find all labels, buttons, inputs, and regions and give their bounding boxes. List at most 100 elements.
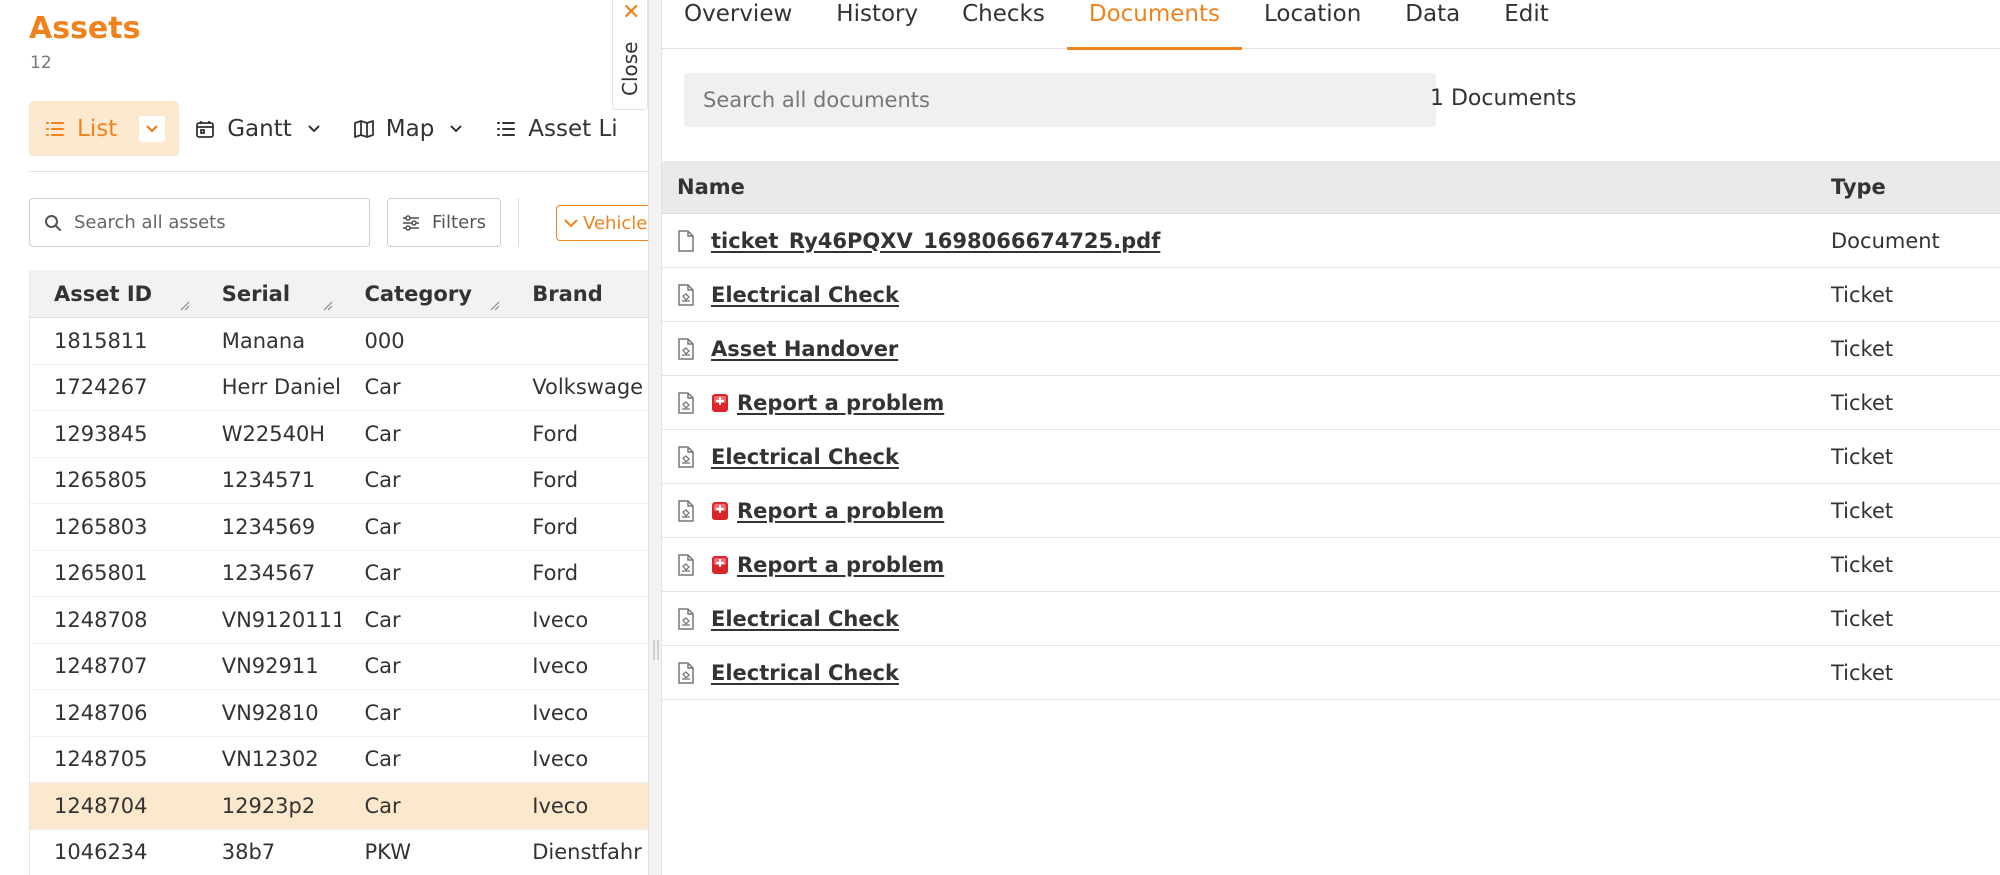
column-header-category[interactable]: Category <box>341 270 509 317</box>
view-gantt-button[interactable]: Gantt <box>179 101 338 156</box>
document-link[interactable]: ticket_Ry46PQXV_1698066674725.pdf <box>711 229 1160 253</box>
table-row[interactable]: 1248704 12923p2 Car Iveco <box>30 783 648 830</box>
document-type-cell: Ticket <box>1831 336 1894 361</box>
chevron-down-icon[interactable] <box>448 121 464 137</box>
asset-id-cell: 1046234 <box>54 840 148 865</box>
document-link[interactable]: Report a problem <box>737 553 944 577</box>
asset-id-cell: 1265805 <box>54 468 148 493</box>
asset-id-cell: 1248706 <box>54 700 148 725</box>
table-row[interactable]: 1248705 VN12302 Car Iveco <box>30 737 648 783</box>
asset-id-cell: 1293845 <box>54 421 148 446</box>
document-row[interactable]: Electrical Check Ticket <box>662 268 2000 322</box>
brand-cell: Iveco <box>532 654 589 679</box>
divider <box>29 171 648 172</box>
column-header-brand[interactable]: Brand <box>508 270 648 317</box>
table-row[interactable]: 1248706 VN92810 Car Iveco <box>30 690 648 737</box>
document-name-cell: Report a problem <box>662 538 1831 591</box>
document-name-cell: ticket_Ry46PQXV_1698066674725.pdf <box>662 214 1831 267</box>
view-asset-list-button[interactable]: Asset Li <box>480 101 633 156</box>
tab-data[interactable]: Data <box>1383 0 1482 49</box>
alert-icon <box>712 501 728 520</box>
tab-overview[interactable]: Overview <box>662 0 814 49</box>
document-row[interactable]: Electrical Check Ticket <box>662 592 2000 646</box>
detail-tabs: Overview History Checks Documents Location Da… <box>662 0 2000 50</box>
document-link[interactable]: Electrical Check <box>711 607 899 631</box>
document-name-cell: Electrical Check <box>662 268 1831 321</box>
file-ticket-icon <box>678 499 694 522</box>
brand-cell: Ford <box>532 561 579 586</box>
asset-id-cell: 1724267 <box>54 375 148 400</box>
brand-cell: Iveco <box>532 793 589 818</box>
table-row[interactable]: 1248708 VN9120111 Car Iveco <box>30 597 648 644</box>
document-name-cell: Electrical Check <box>662 430 1831 483</box>
document-link[interactable]: Report a problem <box>737 499 944 523</box>
resize-grip-icon[interactable] <box>323 301 333 311</box>
document-link[interactable]: Electrical Check <box>711 661 899 685</box>
tab-location[interactable]: Location <box>1242 0 1383 49</box>
column-header-name[interactable]: Name <box>662 161 1831 213</box>
category-cell: Car <box>364 421 401 446</box>
table-row[interactable]: 1248707 VN92911 Car Iveco <box>30 644 648 690</box>
document-row[interactable]: ticket_Ry46PQXV_1698066674725.pdf Documen… <box>662 214 2000 268</box>
documents-table: Name Type ticket_Ry46PQXV_1698066674725.… <box>662 161 2000 700</box>
column-header-type[interactable]: Type <box>1831 161 2000 213</box>
column-header-asset-id[interactable]: Asset ID <box>30 270 198 317</box>
document-row[interactable]: Asset Handover Ticket <box>662 322 2000 376</box>
brand-cell: Dienstfahr <box>532 840 642 865</box>
view-map-label: Map <box>385 115 435 142</box>
document-row[interactable]: Report a problem Ticket <box>662 538 2000 592</box>
document-name-cell: Asset Handover <box>662 322 1831 375</box>
list-icon <box>46 121 64 136</box>
document-link[interactable]: Electrical Check <box>711 283 899 307</box>
tab-history[interactable]: History <box>814 0 940 49</box>
document-type-cell: Ticket <box>1831 390 1894 415</box>
table-row[interactable]: 1293845 W22540H Car Ford <box>30 411 648 458</box>
close-icon: ✕ <box>622 0 641 25</box>
asset-search[interactable] <box>29 198 370 247</box>
tab-checks[interactable]: Checks <box>940 0 1067 49</box>
serial-cell: VN9120111 <box>221 607 341 632</box>
document-search-input[interactable] <box>703 88 1403 112</box>
document-row[interactable]: Electrical Check Ticket <box>662 430 2000 484</box>
panel-splitter[interactable] <box>648 0 662 875</box>
view-list-button[interactable]: List <box>29 101 180 156</box>
map-icon <box>353 119 374 138</box>
resize-grip-icon[interactable] <box>490 301 500 311</box>
assets-panel: Assets 12 List Gantt Map Asset Li Search… <box>0 0 648 875</box>
table-row[interactable]: 1815811 Manana 000 <box>30 318 648 365</box>
file-ticket-icon <box>678 445 694 468</box>
document-link[interactable]: Electrical Check <box>711 445 899 469</box>
tab-edit[interactable]: Edit <box>1482 0 1571 49</box>
brand-cell: Iveco <box>532 700 589 725</box>
table-row[interactable]: 1046234 38b7 PKW Dienstfahr <box>30 830 648 875</box>
view-map-button[interactable]: Map <box>338 101 481 156</box>
filters-button[interactable]: Filters <box>387 198 501 247</box>
document-link[interactable]: Asset Handover <box>711 337 898 361</box>
document-row[interactable]: Electrical Check Ticket <box>662 646 2000 700</box>
asset-id-cell: 1248705 <box>54 747 148 772</box>
column-label: Asset ID <box>54 281 153 306</box>
document-row[interactable]: Report a problem Ticket <box>662 484 2000 538</box>
resize-grip-icon[interactable] <box>180 301 190 311</box>
table-row[interactable]: 1724267 Herr Daniel Car Volkswage <box>30 365 648 411</box>
table-body: ticket_Ry46PQXV_1698066674725.pdf Documen… <box>662 214 2000 700</box>
view-list-dropdown[interactable] <box>139 115 166 142</box>
asset-search-input[interactable] <box>74 212 344 233</box>
table-row[interactable]: 1265801 1234567 Car Ford <box>30 551 648 597</box>
table-row[interactable]: 1265805 1234571 Car Ford <box>30 458 648 504</box>
document-link[interactable]: Report a problem <box>737 391 944 415</box>
category-cell: Car <box>364 700 401 725</box>
table-row[interactable]: 1265803 1234569 Car Ford <box>30 504 648 551</box>
brand-cell: Ford <box>532 468 579 493</box>
category-cell: Car <box>364 793 401 818</box>
vehicle-filter-button[interactable]: Vehicle <box>556 205 648 241</box>
close-detail-button[interactable]: ✕ Close <box>612 0 648 110</box>
document-row[interactable]: Report a problem Ticket <box>662 376 2000 430</box>
document-search[interactable] <box>684 73 1436 127</box>
chevron-down-icon[interactable] <box>306 121 322 137</box>
document-name-cell: Electrical Check <box>662 646 1831 699</box>
tab-documents[interactable]: Documents <box>1066 0 1243 50</box>
column-header-serial[interactable]: Serial <box>198 270 341 317</box>
serial-cell: VN92911 <box>221 654 319 679</box>
alert-icon <box>712 393 728 412</box>
